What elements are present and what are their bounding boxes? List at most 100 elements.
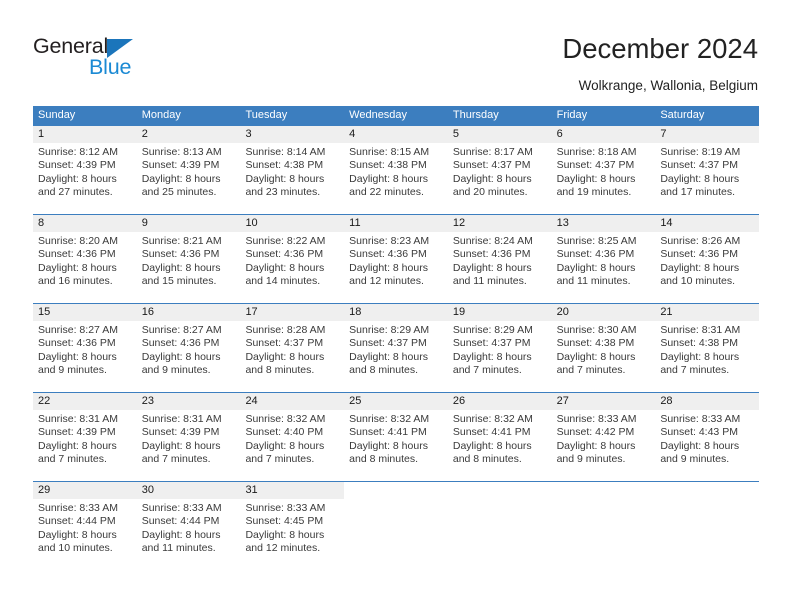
day-cell[interactable]: 31 Sunrise: 8:33 AM Sunset: 4:45 PM Dayl… <box>240 482 345 570</box>
day-details: Sunrise: 8:18 AM Sunset: 4:37 PM Dayligh… <box>552 143 656 200</box>
day-details: Sunrise: 8:27 AM Sunset: 4:36 PM Dayligh… <box>137 321 241 378</box>
day-cell[interactable]: 1 Sunrise: 8:12 AM Sunset: 4:39 PM Dayli… <box>33 126 137 214</box>
day-cell[interactable]: 28 Sunrise: 8:33 AM Sunset: 4:43 PM Dayl… <box>655 393 760 481</box>
day-number-strip: 4 <box>344 126 448 143</box>
day-cell[interactable]: 23 Sunrise: 8:31 AM Sunset: 4:39 PM Dayl… <box>136 393 241 481</box>
daylight-line-2: and 12 minutes. <box>245 542 321 555</box>
day-details: Sunrise: 8:31 AM Sunset: 4:39 PM Dayligh… <box>33 410 137 467</box>
day-cell[interactable]: 30 Sunrise: 8:33 AM Sunset: 4:44 PM Dayl… <box>136 482 241 570</box>
day-cell[interactable]: 17 Sunrise: 8:28 AM Sunset: 4:37 PM Dayl… <box>240 304 345 392</box>
daylight-line-2: and 10 minutes. <box>38 542 113 555</box>
sunset-line: Sunset: 4:37 PM <box>452 337 531 350</box>
day-cell[interactable]: 24 Sunrise: 8:32 AM Sunset: 4:40 PM Dayl… <box>240 393 345 481</box>
daylight-line-2: and 11 minutes. <box>141 542 216 555</box>
day-cell[interactable]: 5 Sunrise: 8:17 AM Sunset: 4:37 PM Dayli… <box>447 126 552 214</box>
day-details: Sunrise: 8:29 AM Sunset: 4:37 PM Dayligh… <box>448 321 552 378</box>
daylight-line-2: and 7 minutes. <box>245 453 315 466</box>
day-details: Sunrise: 8:31 AM Sunset: 4:39 PM Dayligh… <box>137 410 241 467</box>
daylight-line-2: and 7 minutes. <box>452 364 522 377</box>
daylight-line-1: Daylight: 8 hours <box>660 350 740 363</box>
day-cell[interactable]: 11 Sunrise: 8:23 AM Sunset: 4:36 PM Dayl… <box>344 215 448 303</box>
sunrise-line: Sunrise: 8:18 AM <box>556 146 637 158</box>
day-number-strip: 14 <box>655 215 760 232</box>
day-cell[interactable]: 6 Sunrise: 8:18 AM Sunset: 4:37 PM Dayli… <box>551 126 656 214</box>
day-cell[interactable]: 16 Sunrise: 8:27 AM Sunset: 4:36 PM Dayl… <box>136 304 241 392</box>
day-number: 22 <box>38 395 51 407</box>
day-number-strip: 16 <box>136 304 241 321</box>
daylight-line-1: Daylight: 8 hours <box>141 261 221 274</box>
day-cell[interactable]: 21 Sunrise: 8:31 AM Sunset: 4:38 PM Dayl… <box>655 304 760 392</box>
daylight-line-2: and 9 minutes. <box>38 364 107 377</box>
calendar-grid: Sunday Monday Tuesday Wednesday Thursday… <box>33 106 760 570</box>
sunset-line: Sunset: 4:36 PM <box>141 337 220 350</box>
daylight-line-2: and 8 minutes. <box>452 453 522 466</box>
day-cell[interactable]: 22 Sunrise: 8:31 AM Sunset: 4:39 PM Dayl… <box>33 393 137 481</box>
daylight-line-1: Daylight: 8 hours <box>660 439 740 452</box>
day-number: 18 <box>349 306 362 318</box>
day-number: 20 <box>556 306 569 318</box>
day-cell[interactable]: 18 Sunrise: 8:29 AM Sunset: 4:37 PM Dayl… <box>344 304 448 392</box>
sunrise-line: Sunrise: 8:22 AM <box>245 235 326 247</box>
day-details: Sunrise: 8:33 AM Sunset: 4:45 PM Dayligh… <box>240 499 344 556</box>
sunset-line: Sunset: 4:39 PM <box>141 159 220 172</box>
day-cell[interactable]: 13 Sunrise: 8:25 AM Sunset: 4:36 PM Dayl… <box>551 215 656 303</box>
day-cell[interactable]: 9 Sunrise: 8:21 AM Sunset: 4:36 PM Dayli… <box>136 215 241 303</box>
weekday-header-tuesday: Tuesday <box>245 109 288 121</box>
daylight-line-1: Daylight: 8 hours <box>556 350 636 363</box>
sunrise-line: Sunrise: 8:33 AM <box>38 502 118 514</box>
day-cell[interactable]: 20 Sunrise: 8:30 AM Sunset: 4:38 PM Dayl… <box>551 304 656 392</box>
day-cell[interactable]: 29 Sunrise: 8:33 AM Sunset: 4:44 PM Dayl… <box>33 482 137 570</box>
day-cell[interactable]: 14 Sunrise: 8:26 AM Sunset: 4:36 PM Dayl… <box>655 215 760 303</box>
daylight-line-1: Daylight: 8 hours <box>38 439 117 452</box>
day-details: Sunrise: 8:28 AM Sunset: 4:37 PM Dayligh… <box>240 321 344 378</box>
sunrise-line: Sunrise: 8:31 AM <box>38 413 118 425</box>
day-cell[interactable]: 26 Sunrise: 8:32 AM Sunset: 4:41 PM Dayl… <box>447 393 552 481</box>
day-number-strip: 7 <box>655 126 760 143</box>
weekday-header-monday: Monday <box>141 109 181 121</box>
sunrise-line: Sunrise: 8:20 AM <box>38 235 118 247</box>
day-number: 7 <box>660 128 667 140</box>
sunset-line: Sunset: 4:41 PM <box>349 426 427 439</box>
day-number-strip: 6 <box>551 126 656 143</box>
daylight-line-1: Daylight: 8 hours <box>38 350 117 363</box>
day-number: 8 <box>38 217 45 229</box>
day-details: Sunrise: 8:30 AM Sunset: 4:38 PM Dayligh… <box>552 321 656 378</box>
daylight-line-1: Daylight: 8 hours <box>141 439 221 452</box>
sunrise-line: Sunrise: 8:27 AM <box>38 324 118 336</box>
sunset-line: Sunset: 4:36 PM <box>38 248 116 261</box>
day-details: Sunrise: 8:27 AM Sunset: 4:36 PM Dayligh… <box>33 321 137 378</box>
sunrise-line: Sunrise: 8:21 AM <box>141 235 222 247</box>
day-cell[interactable]: 15 Sunrise: 8:27 AM Sunset: 4:36 PM Dayl… <box>33 304 137 392</box>
day-cell[interactable]: 7 Sunrise: 8:19 AM Sunset: 4:37 PM Dayli… <box>655 126 760 214</box>
day-cell[interactable]: 10 Sunrise: 8:22 AM Sunset: 4:36 PM Dayl… <box>240 215 345 303</box>
daylight-line-2: and 7 minutes. <box>556 364 626 377</box>
day-cell[interactable]: 4 Sunrise: 8:15 AM Sunset: 4:38 PM Dayli… <box>344 126 448 214</box>
day-cell[interactable]: 8 Sunrise: 8:20 AM Sunset: 4:36 PM Dayli… <box>33 215 137 303</box>
daylight-line-1: Daylight: 8 hours <box>660 261 740 274</box>
day-cell[interactable]: 12 Sunrise: 8:24 AM Sunset: 4:36 PM Dayl… <box>447 215 552 303</box>
daylight-line-1: Daylight: 8 hours <box>349 439 428 452</box>
daylight-line-1: Daylight: 8 hours <box>141 528 221 541</box>
daylight-line-1: Daylight: 8 hours <box>245 439 325 452</box>
day-cell[interactable]: 27 Sunrise: 8:33 AM Sunset: 4:42 PM Dayl… <box>551 393 656 481</box>
sunrise-line: Sunrise: 8:30 AM <box>556 324 637 336</box>
day-cell[interactable]: 19 Sunrise: 8:29 AM Sunset: 4:37 PM Dayl… <box>447 304 552 392</box>
day-number: 9 <box>141 217 148 229</box>
day-number: 5 <box>452 128 459 140</box>
day-number: 23 <box>141 395 154 407</box>
day-details: Sunrise: 8:33 AM Sunset: 4:44 PM Dayligh… <box>33 499 137 556</box>
weekday-header-thursday: Thursday <box>452 109 499 121</box>
daylight-line-1: Daylight: 8 hours <box>38 261 117 274</box>
day-number: 29 <box>38 484 51 496</box>
sunset-line: Sunset: 4:43 PM <box>660 426 738 439</box>
day-cell[interactable]: 2 Sunrise: 8:13 AM Sunset: 4:39 PM Dayli… <box>136 126 241 214</box>
sunrise-line: Sunrise: 8:32 AM <box>349 413 430 425</box>
daylight-line-1: Daylight: 8 hours <box>38 172 117 185</box>
day-cell[interactable]: 3 Sunrise: 8:14 AM Sunset: 4:38 PM Dayli… <box>240 126 345 214</box>
day-number-strip: 20 <box>551 304 656 321</box>
day-number-strip: 5 <box>447 126 552 143</box>
day-cell[interactable]: 25 Sunrise: 8:32 AM Sunset: 4:41 PM Dayl… <box>344 393 448 481</box>
day-number: 31 <box>245 484 258 496</box>
daylight-line-2: and 9 minutes. <box>141 364 211 377</box>
day-number: 28 <box>660 395 673 407</box>
